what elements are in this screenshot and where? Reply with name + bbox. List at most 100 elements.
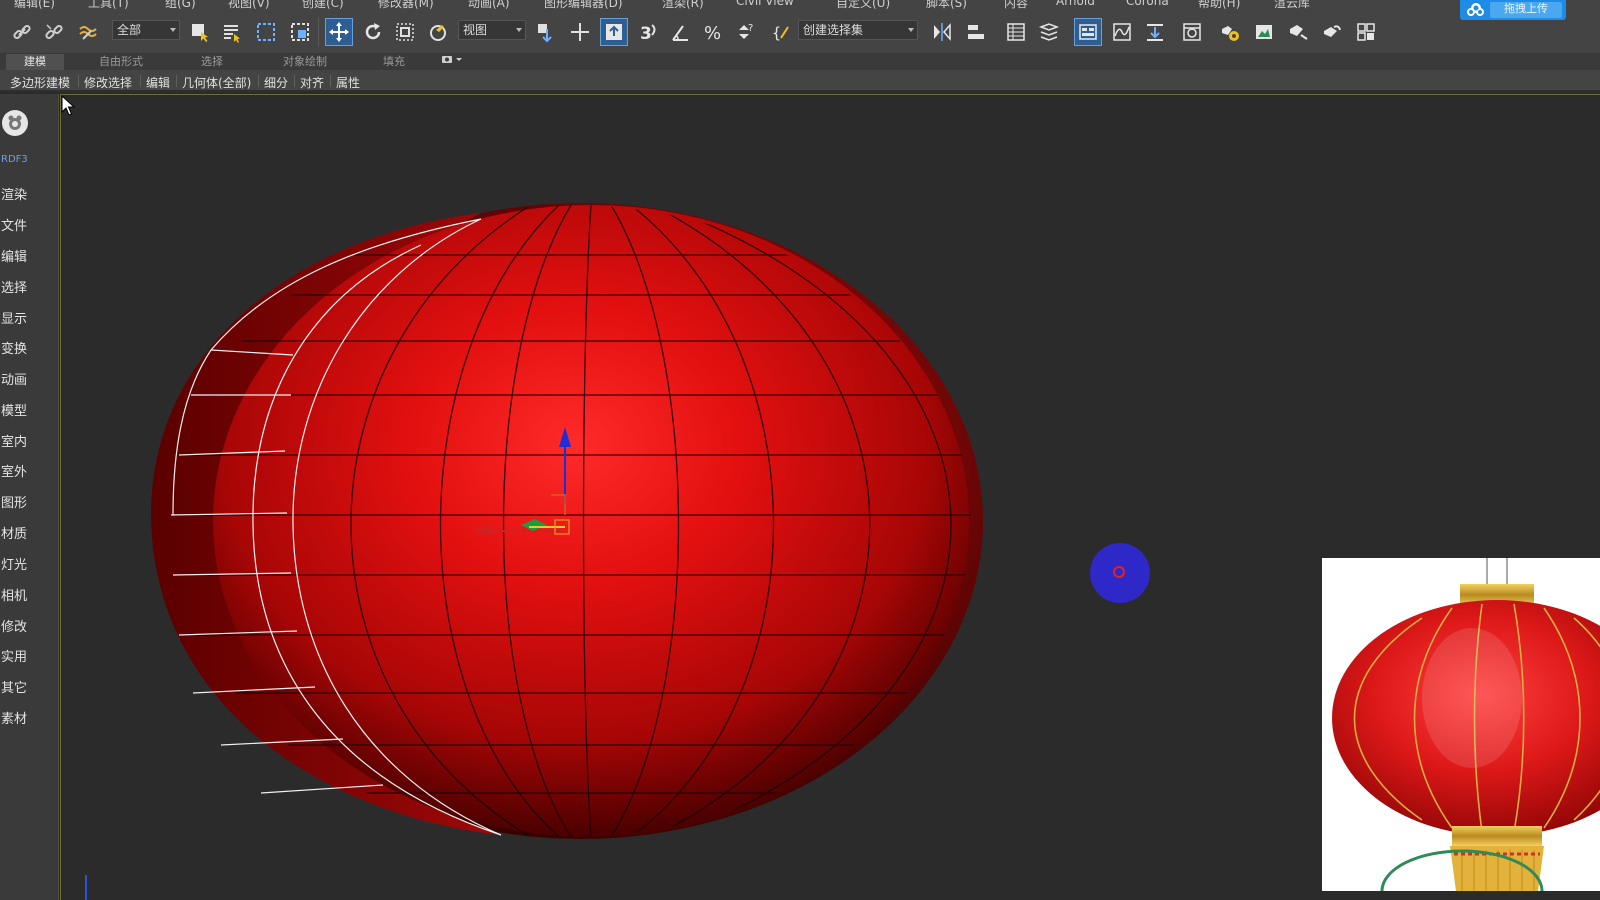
plugin-logo-icon[interactable]: [2, 110, 28, 136]
align-icon[interactable]: [962, 18, 990, 46]
menu-content[interactable]: 内容: [1004, 0, 1028, 10]
menu-rendering[interactable]: 渲染(R): [662, 0, 704, 10]
pivot-icon[interactable]: [532, 18, 560, 46]
upload-label: 拖拽上传: [1490, 2, 1562, 18]
menu-render-library[interactable]: 渲云库: [1274, 0, 1310, 10]
menu-corona[interactable]: Corona: [1126, 0, 1169, 8]
svg-text:%: %: [704, 23, 721, 43]
scale-icon[interactable]: [391, 18, 419, 46]
menu-arnold[interactable]: Arnold: [1056, 0, 1095, 8]
coord-system-value: 视图: [463, 23, 488, 37]
curve-editor-icon[interactable]: [1108, 18, 1136, 46]
schematic-icon[interactable]: [1141, 18, 1169, 46]
side-item-file[interactable]: 文件: [1, 215, 27, 234]
keyboard-shortcut-override-icon[interactable]: [600, 18, 628, 46]
ribbon-subdivision[interactable]: 细分: [264, 74, 288, 91]
menu-view[interactable]: 视图(V): [228, 0, 270, 10]
ribbon-polygon-modeling[interactable]: 多边形建模: [10, 74, 70, 91]
layer-explorer-icon[interactable]: [1002, 18, 1030, 46]
side-item-assets[interactable]: 素材: [1, 708, 27, 727]
side-item-animation[interactable]: 动画: [1, 369, 27, 388]
move-icon[interactable]: [325, 18, 353, 46]
menu-edit[interactable]: 编辑(E): [14, 0, 55, 10]
tab-modeling[interactable]: 建模: [6, 54, 64, 70]
unlink-icon[interactable]: [40, 18, 68, 46]
ribbon-options-icon[interactable]: [436, 54, 466, 70]
side-item-cameras[interactable]: 相机: [1, 585, 27, 604]
svg-text:?: ?: [748, 23, 753, 34]
perspective-viewport[interactable]: [60, 94, 1600, 900]
side-item-interior[interactable]: 室内: [1, 431, 27, 450]
cloud-icon: [1460, 0, 1490, 20]
side-item-lights[interactable]: 灯光: [1, 554, 27, 573]
coord-system-dropdown[interactable]: 视图: [458, 20, 526, 40]
side-item-other[interactable]: 其它: [1, 677, 27, 696]
ribbon-edit[interactable]: 编辑: [146, 74, 170, 91]
rect-region-icon[interactable]: [252, 18, 280, 46]
named-selection-value: 创建选择集: [803, 23, 864, 37]
named-selection-dropdown[interactable]: 创建选择集: [798, 20, 918, 40]
side-item-render[interactable]: 渲染: [1, 184, 27, 203]
ribbon-toggle-icon[interactable]: [1074, 18, 1102, 46]
side-item-utilities[interactable]: 实用: [1, 646, 27, 665]
svg-text:{: {: [772, 24, 781, 42]
ribbon-modify-selection[interactable]: 修改选择: [84, 74, 132, 91]
percent-snap-icon[interactable]: %: [699, 18, 727, 46]
tab-object-paint[interactable]: 对象绘制: [270, 54, 340, 70]
place-icon[interactable]: [424, 18, 452, 46]
menu-customize[interactable]: 自定义(U): [836, 0, 890, 10]
ar-icon[interactable]: [1352, 18, 1380, 46]
mirror-icon[interactable]: [928, 18, 956, 46]
snap-3-icon[interactable]: 3: [634, 18, 662, 46]
side-item-exterior[interactable]: 室外: [1, 461, 27, 480]
menu-help[interactable]: 帮助(H): [1198, 0, 1240, 10]
tab-freeform[interactable]: 自由形式: [84, 54, 158, 70]
spinner-snap-icon[interactable]: ?: [731, 18, 759, 46]
menu-scripting[interactable]: 脚本(S): [926, 0, 967, 10]
menu-animation[interactable]: 动画(A): [468, 0, 510, 10]
select-by-name-icon[interactable]: [218, 18, 246, 46]
side-item-modify[interactable]: 修改: [1, 616, 27, 635]
selection-filter-dropdown[interactable]: 全部: [112, 20, 180, 40]
menu-graph-editors[interactable]: 图形编辑器(D): [544, 0, 623, 10]
mouse-cursor-icon: [61, 95, 76, 116]
material-editor-icon[interactable]: [1178, 18, 1206, 46]
link-icon[interactable]: [8, 18, 36, 46]
tab-populate[interactable]: 填充: [368, 54, 420, 70]
toggle-layers-icon[interactable]: [1035, 18, 1063, 46]
ribbon-properties[interactable]: 属性: [336, 74, 360, 91]
side-item-model[interactable]: 模型: [1, 400, 27, 419]
menu-create[interactable]: 创建(C): [302, 0, 344, 10]
ribbon-align[interactable]: 对齐: [300, 74, 324, 91]
select-manipulate-icon[interactable]: [566, 18, 594, 46]
menu-civil-view[interactable]: Civil View: [736, 0, 794, 8]
angle-snap-icon[interactable]: [666, 18, 694, 46]
left-plugin-panel: RDF3 渲染 文件 编辑 选择 显示 变换 动画 模型 室内 室外 图形 材质…: [0, 94, 59, 900]
svg-text:3: 3: [640, 24, 652, 43]
render-icon[interactable]: [1284, 18, 1312, 46]
render-cloud-icon[interactable]: [1318, 18, 1346, 46]
bind-spacewarp-icon[interactable]: [74, 18, 102, 46]
main-toolbar: 全部 视图 3 % ? {创建选择集: [0, 10, 1600, 54]
side-item-transform[interactable]: 变换: [1, 338, 27, 357]
menu-modifiers[interactable]: 修改器(M): [378, 0, 434, 10]
toolbar-separator: [318, 18, 319, 46]
edit-named-sets-icon[interactable]: {: [768, 18, 796, 46]
render-frame-icon[interactable]: [1250, 18, 1278, 46]
side-item-materials[interactable]: 材质: [1, 523, 27, 542]
menu-group[interactable]: 组(G): [165, 0, 196, 10]
side-item-select[interactable]: 选择: [1, 277, 27, 296]
side-item-shapes[interactable]: 图形: [1, 492, 27, 511]
ribbon-subtoolbar: 多边形建模 修改选择 编辑 几何体(全部) 细分 对齐 属性: [0, 70, 1600, 92]
select-object-icon[interactable]: [186, 18, 214, 46]
side-item-display[interactable]: 显示: [1, 308, 27, 327]
click-indicator: [1090, 543, 1150, 603]
window-crossing-icon[interactable]: [286, 18, 314, 46]
tab-selection[interactable]: 选择: [186, 54, 238, 70]
menu-tools[interactable]: 工具(T): [88, 0, 129, 10]
upload-button[interactable]: 拖拽上传: [1460, 0, 1566, 20]
side-item-edit[interactable]: 编辑: [1, 246, 27, 265]
rotate-icon[interactable]: [359, 18, 387, 46]
render-setup-icon[interactable]: [1216, 18, 1244, 46]
ribbon-geometry-all[interactable]: 几何体(全部): [182, 74, 251, 91]
